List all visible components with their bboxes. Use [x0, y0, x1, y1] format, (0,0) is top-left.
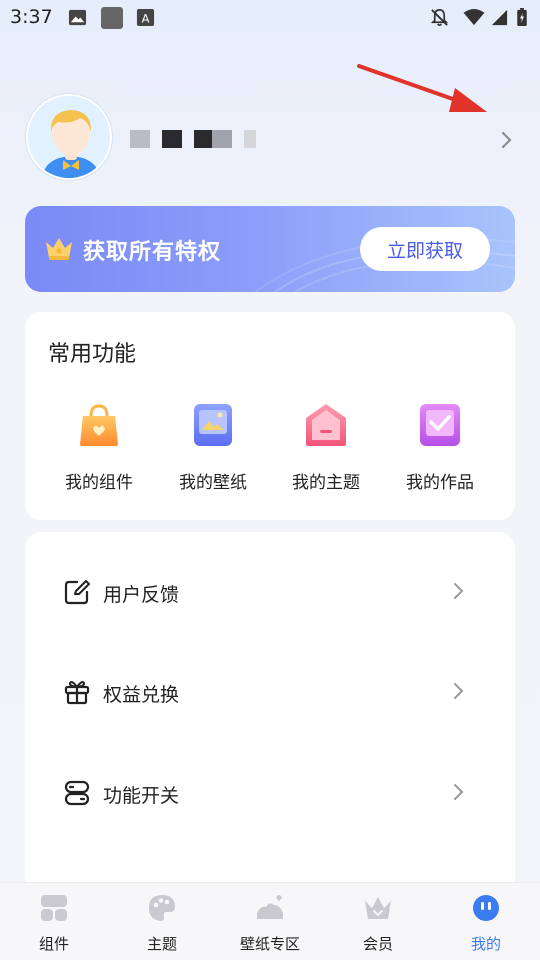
nav-label: 组件 — [38, 935, 69, 953]
image-icon — [68, 9, 87, 26]
crown-icon — [365, 897, 391, 919]
chevron-right-icon — [454, 784, 464, 800]
nav-label: 会员 — [362, 935, 393, 953]
bell-off-icon — [430, 9, 449, 26]
annotation-arrow — [357, 64, 487, 112]
battery-charging-icon — [517, 8, 527, 27]
house-icon — [306, 404, 346, 446]
common-functions-title: 常用功能 — [48, 342, 137, 367]
gift-icon — [64, 681, 90, 705]
profile-chevron-right-icon[interactable] — [497, 128, 517, 152]
nav-wallpaper-zone[interactable]: 壁纸专区 — [216, 893, 324, 954]
picture-icon — [194, 404, 232, 446]
nav-mine[interactable]: 我的 — [432, 893, 540, 954]
func-my-themes[interactable]: 我的主题 — [276, 400, 376, 493]
vip-promo-text: 获取所有特权 — [83, 240, 222, 265]
bottom-nav: 组件 主题 壁纸专区 会员 我的 — [0, 882, 540, 960]
menu-item-feedback[interactable]: 用户反馈 — [25, 562, 515, 622]
palette-icon — [149, 895, 175, 921]
func-label: 我的组件 — [65, 473, 133, 493]
wifi-icon — [463, 8, 485, 26]
bag-icon — [80, 404, 118, 446]
func-my-works[interactable]: 我的作品 — [390, 400, 490, 493]
signal-icon — [491, 9, 508, 26]
landscape-icon — [257, 895, 283, 919]
widgets-icon — [41, 895, 67, 921]
edit-icon — [64, 580, 90, 605]
check-box-icon — [420, 404, 460, 446]
nav-themes[interactable]: 主题 — [108, 893, 216, 954]
nav-label: 我的 — [470, 935, 501, 953]
chevron-right-icon — [454, 683, 464, 699]
nav-label: 主题 — [146, 935, 177, 953]
nav-label: 壁纸专区 — [239, 935, 300, 953]
func-my-wallpapers[interactable]: 我的壁纸 — [163, 400, 263, 493]
toggle-icon — [64, 780, 90, 806]
func-label: 我的主题 — [292, 473, 360, 493]
menu-label: 权益兑换 — [103, 684, 180, 706]
chevron-right-icon — [454, 583, 464, 599]
username-blurred[interactable] — [130, 126, 268, 152]
get-now-button[interactable]: 立即获取 — [360, 227, 490, 271]
avatar-boy-icon — [28, 96, 110, 178]
menu-label: 用户反馈 — [103, 584, 180, 606]
func-label: 我的壁纸 — [179, 473, 247, 493]
vip-banner[interactable]: 获取所有特权 立即获取 — [25, 206, 515, 292]
menu-item-feature-switch[interactable]: 功能开关 — [25, 763, 515, 823]
menu-item-redeem[interactable]: 权益兑换 — [25, 662, 515, 722]
crown-icon — [46, 238, 72, 260]
nav-member[interactable]: 会员 — [324, 893, 432, 954]
font-a-icon: A — [136, 8, 155, 27]
square-app-icon — [101, 7, 123, 29]
status-bar: 3:37 A — [0, 0, 540, 36]
avatar[interactable] — [26, 94, 112, 180]
menu-label: 功能开关 — [103, 785, 180, 807]
common-functions-card: 常用功能 我的组件 我的壁纸 我的主题 我的作品 — [25, 312, 515, 520]
status-time: 3:37 — [10, 6, 53, 28]
svg-text:A: A — [142, 11, 150, 25]
func-my-widgets[interactable]: 我的组件 — [49, 400, 149, 493]
robot-face-icon — [473, 895, 499, 921]
func-label: 我的作品 — [406, 473, 474, 493]
nav-widgets[interactable]: 组件 — [0, 893, 108, 954]
